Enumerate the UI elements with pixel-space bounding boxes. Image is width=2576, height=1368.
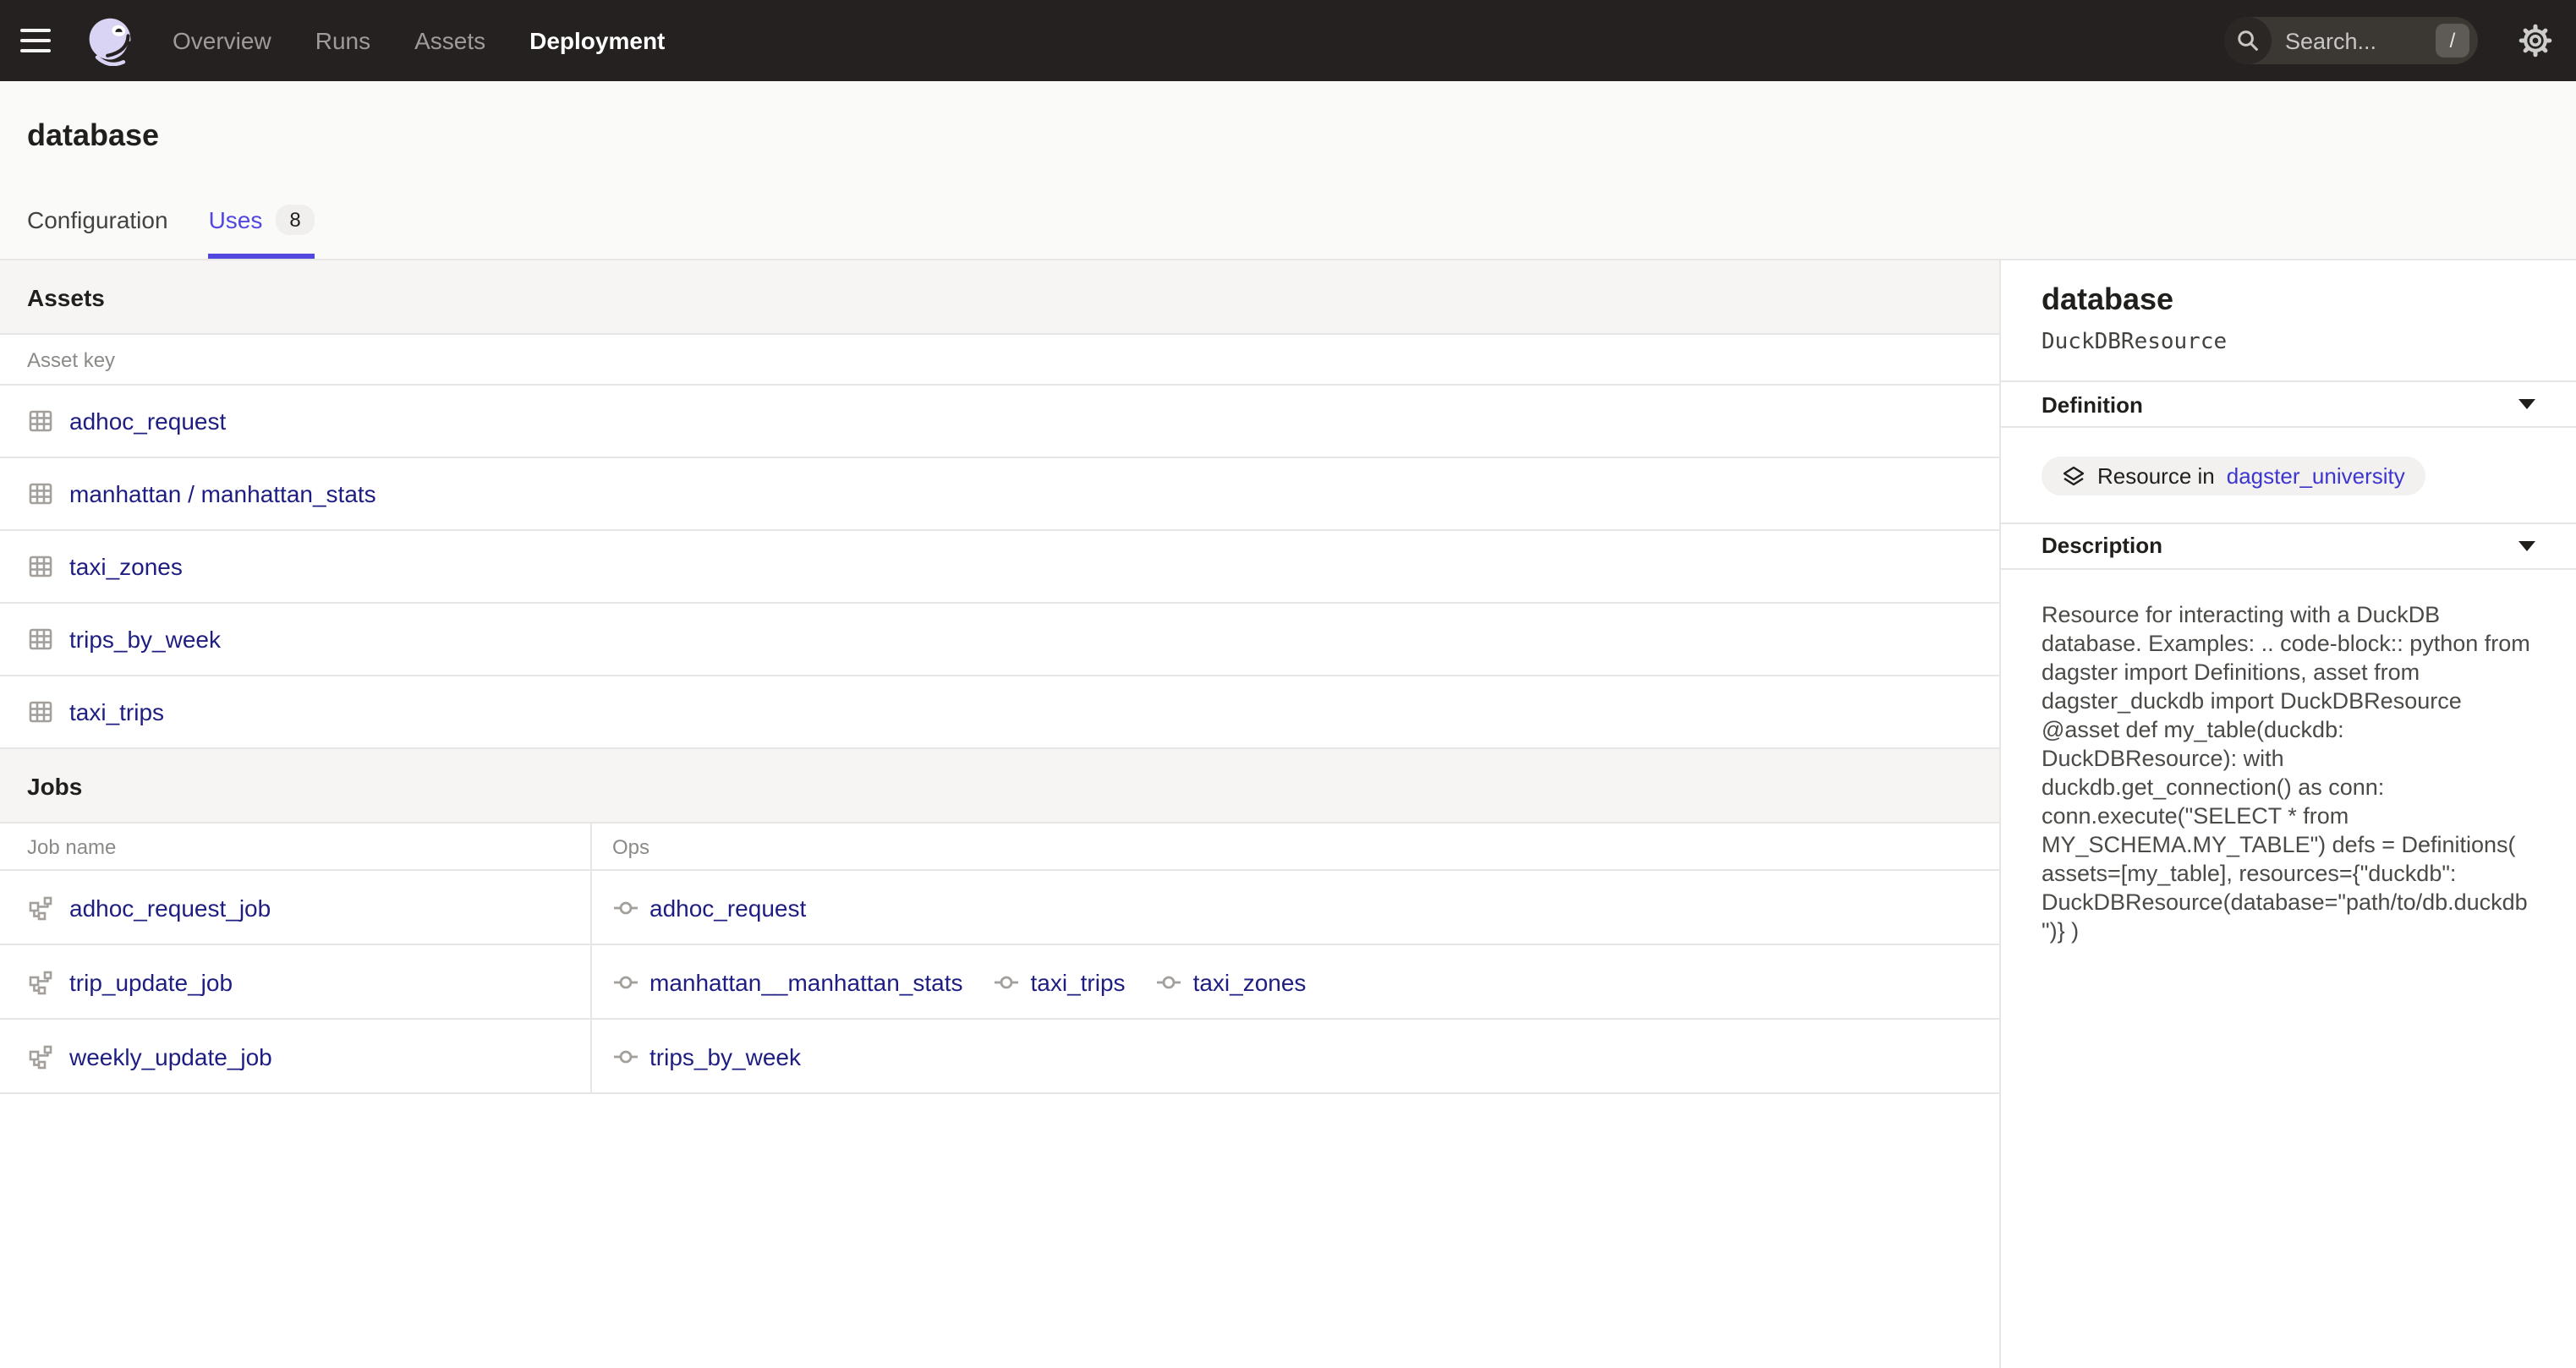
op-link[interactable]: manhattan__manhattan_stats bbox=[649, 968, 963, 995]
column-job-name: Job name bbox=[0, 824, 592, 869]
definition-section-body: Resource in dagster_university bbox=[2001, 426, 2576, 522]
chevron-down-icon bbox=[2518, 399, 2535, 409]
nav-item-overview[interactable]: Overview bbox=[173, 27, 271, 54]
table-icon bbox=[27, 626, 54, 653]
tab-configuration[interactable]: Configuration bbox=[27, 205, 168, 259]
hamburger-menu-icon[interactable] bbox=[20, 20, 61, 61]
asset-link[interactable]: adhoc_request bbox=[69, 408, 226, 435]
op-icon bbox=[1156, 968, 1183, 995]
section-title: Jobs bbox=[27, 772, 82, 799]
asset-row: manhattan / manhattan_stats bbox=[0, 458, 1999, 531]
table-icon bbox=[27, 553, 54, 580]
app-root: Overview Runs Assets Deployment / bbox=[0, 0, 2576, 1368]
resource-layers-icon bbox=[2062, 464, 2085, 488]
dagster-logo[interactable] bbox=[85, 15, 135, 66]
page-header: database Configuration Uses 8 bbox=[0, 81, 2576, 260]
table-icon bbox=[27, 698, 54, 725]
description-text: Resource for interacting with a DuckDB d… bbox=[2001, 567, 2576, 975]
top-navigation-bar: Overview Runs Assets Deployment / bbox=[0, 0, 2576, 81]
gear-icon[interactable] bbox=[2518, 24, 2552, 57]
code-location-link[interactable]: dagster_university bbox=[2227, 463, 2405, 489]
asset-link[interactable]: taxi_trips bbox=[69, 698, 164, 725]
section-label: Definition bbox=[2042, 391, 2143, 417]
table-icon bbox=[27, 480, 54, 507]
op-icon bbox=[612, 894, 639, 921]
column-label: Asset key bbox=[27, 347, 115, 371]
nav-item-deployment[interactable]: Deployment bbox=[529, 27, 665, 54]
tab-label: Uses bbox=[209, 206, 263, 233]
asset-row: taxi_zones bbox=[0, 531, 1999, 604]
job-link[interactable]: adhoc_request_job bbox=[69, 894, 271, 921]
table-icon bbox=[27, 408, 54, 435]
op-link[interactable]: taxi_trips bbox=[1031, 968, 1126, 995]
nav-item-runs[interactable]: Runs bbox=[315, 27, 370, 54]
section-title: Assets bbox=[27, 283, 105, 310]
assets-section-header: Assets bbox=[0, 260, 1999, 335]
assets-column-header: Asset key bbox=[0, 335, 1999, 386]
job-link[interactable]: trip_update_job bbox=[69, 968, 233, 995]
description-section-toggle[interactable]: Description bbox=[2001, 522, 2576, 567]
resource-detail-panel: database DuckDBResource Definition Resou… bbox=[1999, 260, 2576, 1368]
definition-section-toggle[interactable]: Definition bbox=[2001, 380, 2576, 426]
tab-count-badge: 8 bbox=[276, 205, 314, 235]
asset-link[interactable]: manhattan / manhattan_stats bbox=[69, 480, 376, 507]
global-search[interactable]: / bbox=[2224, 17, 2478, 64]
job-icon bbox=[27, 968, 54, 995]
uses-list: Assets Asset key adhoc_request manhattan… bbox=[0, 260, 1999, 1368]
op-icon bbox=[612, 1042, 639, 1070]
search-icon bbox=[2224, 17, 2272, 64]
asset-link[interactable]: trips_by_week bbox=[69, 626, 221, 653]
job-row: weekly_update_job trips_by_week bbox=[0, 1020, 1999, 1094]
search-input[interactable] bbox=[2272, 28, 2436, 53]
asset-row: trips_by_week bbox=[0, 604, 1999, 676]
jobs-column-header: Job name Ops bbox=[0, 824, 1999, 871]
content-area: Assets Asset key adhoc_request manhattan… bbox=[0, 260, 2576, 1368]
op-icon bbox=[612, 968, 639, 995]
slash-key-badge: / bbox=[2436, 24, 2469, 57]
asset-row: taxi_trips bbox=[0, 676, 1999, 749]
tab-label: Configuration bbox=[27, 206, 168, 233]
job-icon bbox=[27, 1042, 54, 1070]
job-row: trip_update_job manhattan__manhattan_sta… bbox=[0, 945, 1999, 1020]
tab-bar: Configuration Uses 8 bbox=[27, 205, 315, 259]
job-icon bbox=[27, 894, 54, 921]
tab-uses[interactable]: Uses 8 bbox=[209, 205, 315, 259]
op-link[interactable]: adhoc_request bbox=[649, 894, 806, 921]
badge-prefix: Resource in bbox=[2097, 463, 2215, 489]
page-title: database bbox=[27, 81, 2549, 154]
asset-link[interactable]: taxi_zones bbox=[69, 553, 183, 580]
op-icon bbox=[994, 968, 1021, 995]
resource-location-badge: Resource in dagster_university bbox=[2042, 457, 2425, 495]
op-link[interactable]: taxi_zones bbox=[1193, 968, 1307, 995]
resource-title: database bbox=[2042, 282, 2535, 318]
job-row: adhoc_request_job adhoc_request bbox=[0, 871, 1999, 945]
job-link[interactable]: weekly_update_job bbox=[69, 1042, 272, 1070]
asset-row: adhoc_request bbox=[0, 386, 1999, 458]
chevron-down-icon bbox=[2518, 540, 2535, 550]
primary-nav: Overview Runs Assets Deployment bbox=[173, 27, 665, 54]
panel-header: database DuckDBResource bbox=[2001, 260, 2576, 380]
nav-item-assets[interactable]: Assets bbox=[414, 27, 485, 54]
jobs-section-header: Jobs bbox=[0, 749, 1999, 824]
op-link[interactable]: trips_by_week bbox=[649, 1042, 801, 1070]
resource-type: DuckDBResource bbox=[2042, 330, 2535, 355]
column-ops: Ops bbox=[592, 824, 1999, 869]
section-label: Description bbox=[2042, 533, 2162, 558]
